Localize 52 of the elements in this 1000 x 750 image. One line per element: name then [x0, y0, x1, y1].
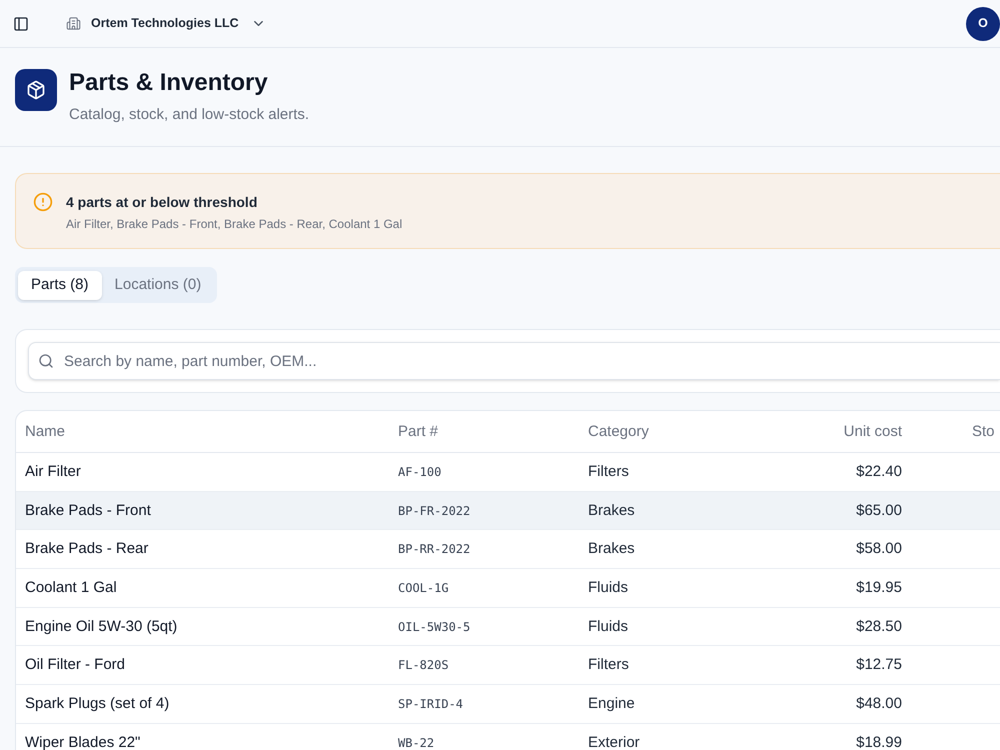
part-number: COOL-1G	[398, 580, 449, 595]
unit-cost: $12.75	[856, 656, 902, 674]
search-field[interactable]: Search by name, part number, OEM...	[28, 342, 1000, 380]
column-header: Sto	[972, 422, 995, 440]
column-header: Unit cost	[844, 422, 902, 440]
part-name: Engine Oil 5W-30 (5qt)	[25, 618, 178, 635]
tab[interactable]: Parts (8)	[18, 270, 102, 300]
page-title: Parts & Inventory	[69, 69, 269, 97]
part-number: OIL-5W30-5	[398, 620, 470, 634]
part-number: FL-820S	[398, 658, 449, 672]
category: Exterior	[588, 734, 640, 750]
page-subtitle: Catalog, stock, and low-stock alerts.	[69, 105, 310, 125]
search-icon	[38, 353, 54, 369]
category: Fluids	[588, 618, 628, 635]
unit-cost: $48.00	[856, 694, 902, 712]
part-name: Spark Plugs (set of 4)	[25, 694, 170, 712]
part-name: Wiper Blades 22"	[25, 734, 140, 750]
part-number: WB-22	[398, 736, 434, 750]
unit-cost: $28.50	[856, 618, 902, 635]
sidebar-toggle-icon[interactable]	[13, 16, 29, 32]
category: Engine	[588, 694, 635, 712]
table-row[interactable]: Brake Pads - Front BP-FR-2022 Brakes $65.00	[16, 492, 1000, 530]
alert-items: Air Filter, Brake Pads - Front, Brake Pads - Rear, Coolant 1 Gal	[66, 216, 402, 232]
column-header: Name	[25, 422, 66, 440]
category: Brakes	[588, 540, 635, 558]
category: Filters	[588, 462, 629, 480]
part-number: AF-100	[398, 464, 442, 479]
category: Filters	[588, 656, 629, 674]
user-avatar[interactable]: O	[966, 6, 1000, 40]
part-number: BP-RR-2022	[398, 542, 470, 556]
part-name: Oil Filter - Ford	[25, 656, 126, 674]
unit-cost: $58.00	[856, 540, 902, 558]
part-number: SP-IRID-4	[398, 696, 464, 711]
unit-cost: $65.00	[856, 502, 902, 519]
building-icon	[66, 16, 81, 31]
unit-cost: $22.40	[856, 462, 902, 480]
alert-title: 4 parts at or below threshold	[66, 193, 258, 212]
column-header: Category	[588, 422, 649, 440]
part-number: BP-FR-2022	[398, 504, 470, 518]
part-name: Brake Pads - Rear	[25, 540, 148, 558]
part-name: Air Filter	[25, 462, 81, 480]
package-icon	[15, 69, 57, 111]
column-header: Part #	[398, 422, 438, 440]
category: Brakes	[588, 502, 635, 519]
part-name: Coolant 1 Gal	[25, 578, 117, 596]
organization-switcher[interactable]: Ortem Technologies LLC	[60, 8, 272, 38]
category: Fluids	[588, 578, 628, 596]
tab[interactable]: Locations (0)	[102, 270, 214, 300]
part-name: Brake Pads - Front	[25, 502, 151, 519]
unit-cost: $18.99	[856, 734, 902, 750]
unit-cost: $19.95	[856, 578, 902, 596]
alert-icon	[33, 192, 53, 212]
